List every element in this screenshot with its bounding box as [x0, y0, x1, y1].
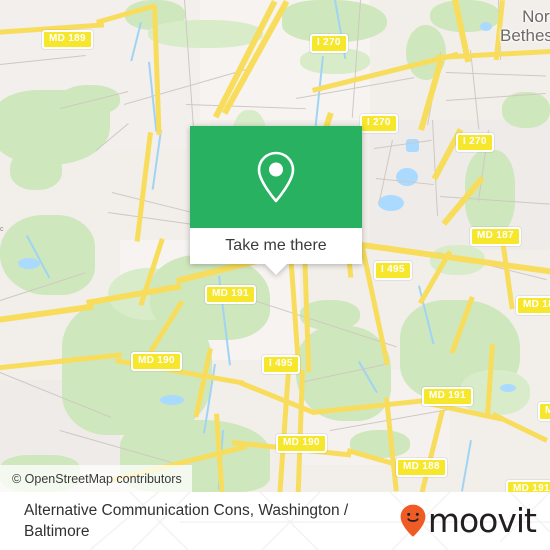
footer-bar: Alternative Communication Cons, Washingt…	[0, 492, 550, 550]
road-shield-label: MD 187	[477, 230, 514, 241]
map-edge-label: c	[0, 226, 4, 233]
moovit-wordmark: moovit	[427, 501, 537, 540]
road-shield: MD 190	[276, 434, 327, 453]
road-shield-label: I 270	[317, 37, 341, 48]
road-shield-label: MD 191	[212, 288, 249, 299]
map-canvas[interactable]: MD 189 I 270 I 270 I 270 MD 187 I 495 MD…	[0, 0, 550, 492]
road-shield: MD 191	[205, 285, 256, 304]
road-shield-label: I 495	[381, 264, 405, 275]
road-shield: MD 191	[422, 387, 473, 406]
map-attribution[interactable]: © OpenStreetMap contributors	[0, 465, 192, 492]
road-shield-label: MD 188	[403, 461, 440, 472]
place-label-line: Bethesda	[500, 26, 550, 45]
page-title: Alternative Communication Cons, Washingt…	[24, 500, 374, 542]
road-shield-label: MD 189	[49, 33, 86, 44]
road-shield-label: MD 191	[513, 483, 550, 492]
road-shield: I 270	[360, 114, 398, 133]
take-me-there-button[interactable]: Take me there	[190, 228, 362, 264]
callout-pin-area	[190, 126, 362, 228]
road-shield-label: MD 190	[283, 437, 320, 448]
road-shield-label: M	[545, 405, 550, 416]
road-shield: MD 190	[131, 352, 182, 371]
map-water-body	[378, 195, 404, 211]
place-label-north-bethesda: North Bethesda	[500, 7, 550, 45]
map-park	[148, 20, 263, 48]
moovit-logo[interactable]: moovit	[400, 501, 537, 540]
page-title-text: Alternative Communication Cons, Washingt…	[24, 502, 349, 540]
road-shield: I 270	[310, 34, 348, 53]
place-label-line: North	[522, 7, 550, 26]
road-shield: M	[538, 402, 550, 421]
map-water-body	[160, 395, 184, 405]
take-me-there-label: Take me there	[225, 237, 327, 254]
road-shield: I 495	[374, 261, 412, 280]
road-shield: I 495	[262, 355, 300, 374]
map-pin-icon	[257, 151, 295, 203]
map-park	[0, 215, 95, 295]
destination-callout-card[interactable]: Take me there	[190, 126, 362, 275]
attribution-text: © OpenStreetMap contributors	[12, 471, 182, 486]
map-park	[502, 92, 550, 128]
road-shield-label: MD 187	[523, 299, 550, 310]
road-shield: MD 189	[42, 30, 93, 49]
road-shield-label: I 270	[367, 117, 391, 128]
road-shield: MD 187	[516, 296, 550, 315]
map-water-body	[18, 258, 40, 269]
callout-tail	[265, 264, 287, 275]
moovit-smiley-pin-icon	[400, 504, 426, 537]
road-shield-label: I 495	[269, 358, 293, 369]
map-share-card: MD 189 I 270 I 270 I 270 MD 187 I 495 MD…	[0, 0, 550, 550]
road-shield-label: MD 190	[138, 355, 175, 366]
road-shield: MD 188	[396, 458, 447, 477]
map-water-body	[500, 384, 516, 392]
road-shield: MD 191	[506, 480, 550, 492]
road-shield: I 270	[456, 133, 494, 152]
road-shield: MD 187	[470, 227, 521, 246]
road-shield-label: I 270	[463, 136, 487, 147]
map-water-body	[480, 22, 492, 31]
road-shield-label: MD 191	[429, 390, 466, 401]
map-park	[10, 150, 62, 190]
